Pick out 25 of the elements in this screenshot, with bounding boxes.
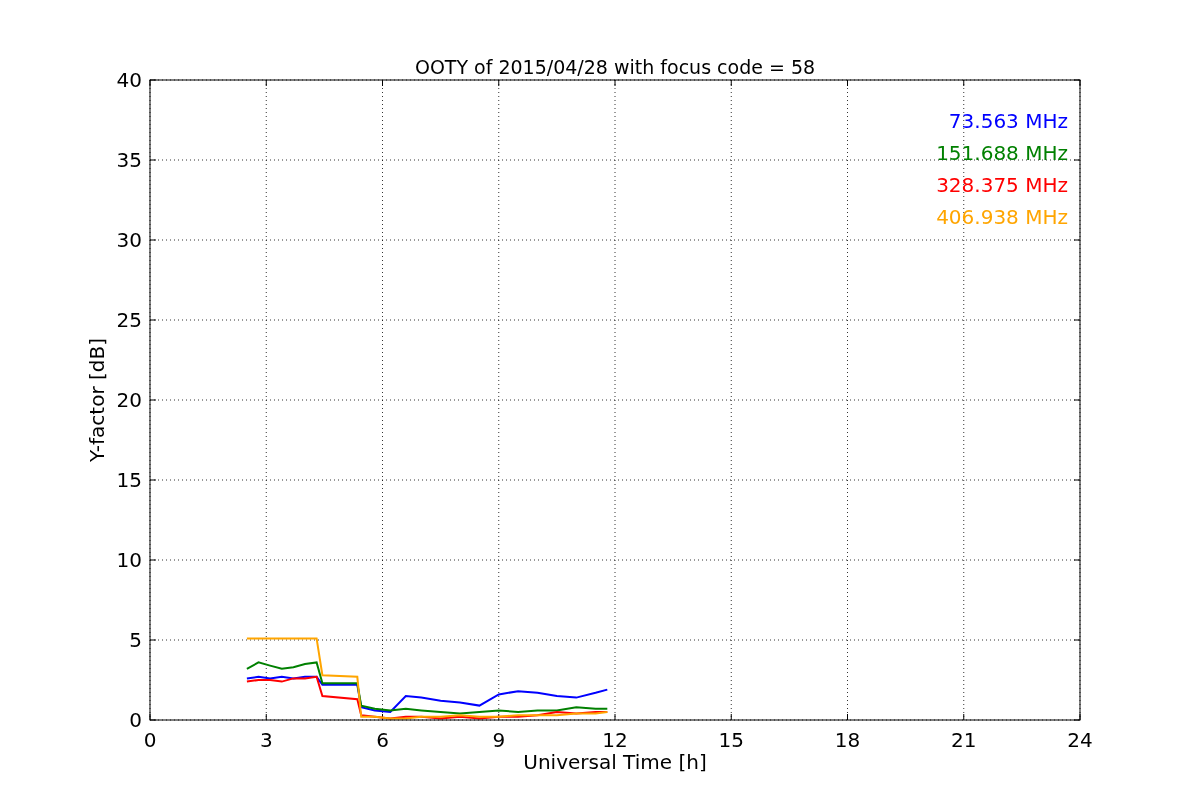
tick-label: 24	[1067, 728, 1093, 752]
tick-label: 18	[834, 728, 861, 752]
tick-label: 15	[116, 468, 142, 492]
tick-label: 0	[129, 708, 142, 732]
chart-title: OOTY of 2015/04/28 with focus code = 58	[414, 56, 816, 78]
tick-label: 12	[602, 728, 628, 752]
tick-label: 21	[951, 728, 977, 752]
tick-label: 0	[143, 728, 157, 752]
tick-label: 5	[129, 628, 142, 652]
tick-label: 10	[116, 548, 142, 572]
tick-label: 35	[116, 148, 142, 172]
tick-label: 25	[116, 308, 142, 332]
legend-label: 151.688 MHz	[936, 141, 1068, 165]
tick-label: 40	[116, 68, 142, 92]
tick-label: 30	[116, 228, 142, 252]
tick-label: 15	[718, 728, 744, 752]
y-axis-label: Y-factor [dB]	[85, 338, 109, 462]
legend-label: 328.375 MHz	[936, 173, 1068, 197]
tick-label: 6	[376, 728, 389, 752]
x-axis-label: Universal Time [h]	[523, 750, 707, 774]
legend-label: 73.563 MHz	[948, 109, 1068, 133]
tick-label: 9	[492, 728, 506, 752]
tick-label: 3	[259, 728, 273, 752]
legend-label: 406.938 MHz	[936, 205, 1068, 229]
tick-label: 20	[116, 388, 142, 412]
